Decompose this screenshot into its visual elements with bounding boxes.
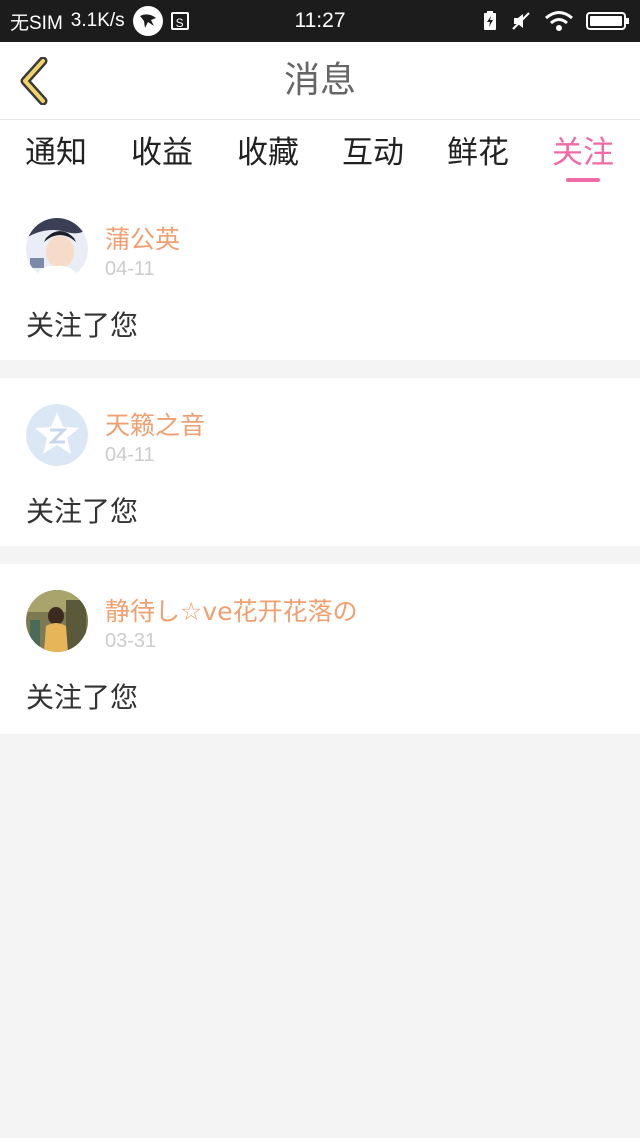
avatar[interactable] — [26, 404, 88, 466]
status-right — [482, 10, 630, 32]
network-speed: 3.1K/s — [70, 10, 125, 31]
battery-saver-icon — [484, 11, 496, 30]
tab-bar: 通知 收益 收藏 互动 鲜花 关注 — [0, 120, 640, 196]
mute-icon — [512, 12, 530, 30]
tab-flowers[interactable]: 鲜花 — [428, 120, 528, 196]
app-header: 消息 — [0, 42, 640, 120]
notification-date: 04-11 — [105, 258, 155, 280]
tab-notifications[interactable]: 通知 — [6, 120, 106, 196]
notification-card[interactable]: 天籁之音 04-11 关注了您 — [0, 378, 640, 546]
notification-card[interactable]: 静待し☆ve花开花落の 03-31 关注了您 — [0, 564, 640, 734]
battery-icon — [586, 12, 629, 30]
notification-date: 04-11 — [105, 444, 155, 466]
status-bar: 无SIM 3.1K/s S 11:27 — [0, 0, 640, 42]
username[interactable]: 静待し☆ve花开花落の — [105, 592, 358, 628]
tab-following[interactable]: 关注 — [533, 120, 633, 196]
active-tab-indicator — [566, 178, 600, 182]
carrier-text: 无SIM — [10, 12, 63, 34]
username[interactable]: 蒲公英 — [105, 220, 180, 256]
tab-interactions[interactable]: 互动 — [323, 120, 423, 196]
notification-message: 关注了您 — [26, 309, 139, 342]
screenshot-icon: S — [170, 12, 189, 30]
tab-favorites[interactable]: 收藏 — [218, 120, 318, 196]
wifi-icon — [545, 11, 573, 31]
status-left: 无SIM 3.1K/s S — [10, 6, 260, 36]
avatar[interactable] — [26, 590, 88, 652]
avatar[interactable] — [26, 218, 88, 280]
notification-message: 关注了您 — [26, 495, 139, 528]
chevron-left-icon — [20, 57, 48, 105]
notification-card[interactable]: 蒲公英 04-11 关注了您 — [0, 196, 640, 360]
notification-date: 03-31 — [105, 630, 157, 652]
app-notification-icon — [132, 6, 163, 36]
notification-message: 关注了您 — [26, 681, 139, 714]
tab-earnings[interactable]: 收益 — [112, 120, 212, 196]
page-title: 消息 — [283, 60, 356, 101]
username[interactable]: 天籁之音 — [105, 406, 205, 442]
back-button[interactable] — [14, 56, 54, 106]
